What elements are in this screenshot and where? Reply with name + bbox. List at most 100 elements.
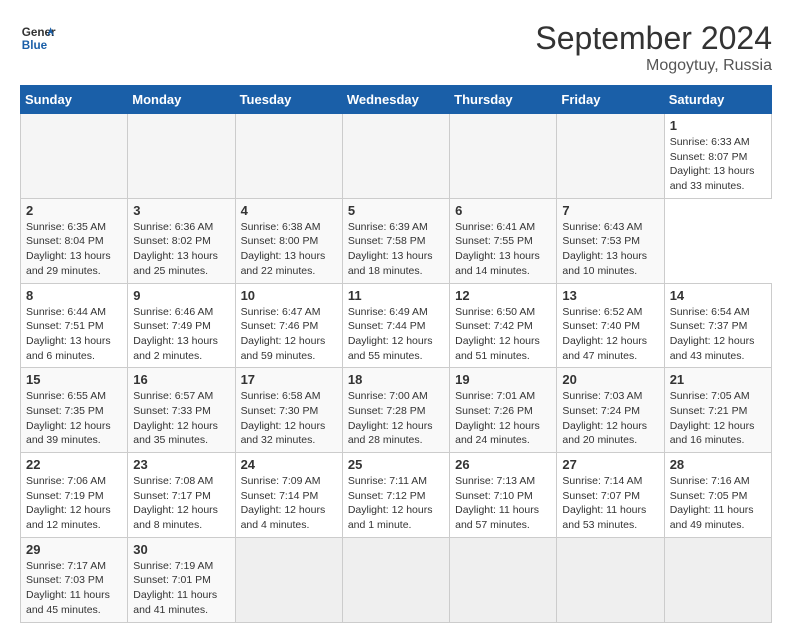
day-number: 13	[562, 288, 658, 303]
day-number: 21	[670, 372, 766, 387]
day-info: Sunrise: 6:38 AMSunset: 8:00 PMDaylight:…	[241, 220, 337, 279]
table-row: 3 Sunrise: 6:36 AMSunset: 8:02 PMDaylight…	[128, 198, 235, 283]
table-row: 22 Sunrise: 7:06 AMSunset: 7:19 PMDayligh…	[21, 453, 128, 538]
day-info: Sunrise: 6:58 AMSunset: 7:30 PMDaylight:…	[241, 389, 337, 448]
table-row: 1Sunrise: 6:33 AMSunset: 8:07 PMDaylight…	[664, 114, 771, 199]
calendar-week-row: 15Sunrise: 6:55 AMSunset: 7:35 PMDayligh…	[21, 368, 772, 453]
col-friday: Friday	[557, 86, 664, 114]
day-number: 22	[26, 457, 122, 472]
table-row: 9Sunrise: 6:46 AMSunset: 7:49 PMDaylight…	[128, 283, 235, 368]
month-title: September 2024	[535, 20, 772, 57]
day-number: 12	[455, 288, 551, 303]
table-row: 13 Sunrise: 6:52 AMSunset: 7:40 PMDayligh…	[557, 283, 664, 368]
day-info: Sunrise: 7:05 AMSunset: 7:21 PMDaylight:…	[670, 389, 766, 448]
table-row	[235, 537, 342, 622]
col-tuesday: Tuesday	[235, 86, 342, 114]
table-row	[557, 537, 664, 622]
table-row: 11 Sunrise: 6:49 AMSunset: 7:44 PMDayligh…	[342, 283, 449, 368]
table-row: 26Sunrise: 7:13 AMSunset: 7:10 PMDayligh…	[450, 453, 557, 538]
table-row: 14 Sunrise: 6:54 AMSunset: 7:37 PMDayligh…	[664, 283, 771, 368]
day-info: Sunrise: 6:46 AMSunset: 7:49 PMDaylight:…	[133, 305, 229, 364]
col-wednesday: Wednesday	[342, 86, 449, 114]
calendar-week-row: 8 Sunrise: 6:44 AMSunset: 7:51 PMDaylight…	[21, 283, 772, 368]
day-number: 29	[26, 542, 122, 557]
day-number: 2	[26, 203, 122, 218]
day-info: Sunrise: 6:49 AMSunset: 7:44 PMDaylight:…	[348, 305, 444, 364]
table-row: 12 Sunrise: 6:50 AMSunset: 7:42 PMDayligh…	[450, 283, 557, 368]
day-info: Sunrise: 7:17 AMSunset: 7:03 PMDaylight:…	[26, 559, 122, 618]
col-thursday: Thursday	[450, 86, 557, 114]
day-number: 14	[670, 288, 766, 303]
table-row: 6 Sunrise: 6:41 AMSunset: 7:55 PMDaylight…	[450, 198, 557, 283]
table-row: 29 Sunrise: 7:17 AMSunset: 7:03 PMDayligh…	[21, 537, 128, 622]
logo-icon: General Blue	[20, 20, 56, 56]
day-number: 30	[133, 542, 229, 557]
table-row: 5 Sunrise: 6:39 AMSunset: 7:58 PMDaylight…	[342, 198, 449, 283]
table-row: 2 Sunrise: 6:35 AMSunset: 8:04 PMDaylight…	[21, 198, 128, 283]
day-number: 28	[670, 457, 766, 472]
day-number: 5	[348, 203, 444, 218]
calendar-week-row: 29 Sunrise: 7:17 AMSunset: 7:03 PMDayligh…	[21, 537, 772, 622]
calendar-week-row: 22 Sunrise: 7:06 AMSunset: 7:19 PMDayligh…	[21, 453, 772, 538]
table-row: 20Sunrise: 7:03 AMSunset: 7:24 PMDayligh…	[557, 368, 664, 453]
day-info: Sunrise: 7:06 AMSunset: 7:19 PMDaylight:…	[26, 474, 122, 533]
table-row	[342, 114, 449, 199]
table-row: 4 Sunrise: 6:38 AMSunset: 8:00 PMDaylight…	[235, 198, 342, 283]
day-number: 24	[241, 457, 337, 472]
day-info: Sunrise: 7:16 AMSunset: 7:05 PMDaylight:…	[670, 474, 766, 533]
table-row	[557, 114, 664, 199]
day-info: Sunrise: 6:54 AMSunset: 7:37 PMDaylight:…	[670, 305, 766, 364]
title-block: September 2024 Mogoytuy, Russia	[535, 20, 772, 75]
day-info: Sunrise: 6:39 AMSunset: 7:58 PMDaylight:…	[348, 220, 444, 279]
day-number: 16	[133, 372, 229, 387]
col-monday: Monday	[128, 86, 235, 114]
table-row: 16 Sunrise: 6:57 AMSunset: 7:33 PMDayligh…	[128, 368, 235, 453]
day-info: Sunrise: 7:13 AMSunset: 7:10 PMDaylight:…	[455, 474, 551, 533]
day-info: Sunrise: 7:03 AMSunset: 7:24 PMDaylight:…	[562, 389, 658, 448]
day-number: 7	[562, 203, 658, 218]
day-number: 18	[348, 372, 444, 387]
day-info: Sunrise: 7:14 AMSunset: 7:07 PMDaylight:…	[562, 474, 658, 533]
col-saturday: Saturday	[664, 86, 771, 114]
day-info: Sunrise: 7:09 AMSunset: 7:14 PMDaylight:…	[241, 474, 337, 533]
table-row	[21, 114, 128, 199]
table-row: 28 Sunrise: 7:16 AMSunset: 7:05 PMDayligh…	[664, 453, 771, 538]
page-header: General Blue September 2024 Mogoytuy, Ru…	[20, 20, 772, 75]
day-number: 8	[26, 288, 122, 303]
table-row	[450, 537, 557, 622]
table-row	[342, 537, 449, 622]
day-info: Sunrise: 7:01 AMSunset: 7:26 PMDaylight:…	[455, 389, 551, 448]
day-number: 23	[133, 457, 229, 472]
day-number: 3	[133, 203, 229, 218]
day-number: 6	[455, 203, 551, 218]
day-number: 11	[348, 288, 444, 303]
day-number: 4	[241, 203, 337, 218]
table-row: 19 Sunrise: 7:01 AMSunset: 7:26 PMDayligh…	[450, 368, 557, 453]
day-info: Sunrise: 6:43 AMSunset: 7:53 PMDaylight:…	[562, 220, 658, 279]
day-info: Sunrise: 6:50 AMSunset: 7:42 PMDaylight:…	[455, 305, 551, 364]
table-row: 8 Sunrise: 6:44 AMSunset: 7:51 PMDaylight…	[21, 283, 128, 368]
day-number: 15	[26, 372, 122, 387]
table-row	[450, 114, 557, 199]
day-number: 27	[562, 457, 658, 472]
calendar-week-row: 1Sunrise: 6:33 AMSunset: 8:07 PMDaylight…	[21, 114, 772, 199]
table-row: 10Sunrise: 6:47 AMSunset: 7:46 PMDayligh…	[235, 283, 342, 368]
day-info: Sunrise: 7:19 AMSunset: 7:01 PMDaylight:…	[133, 559, 229, 618]
day-info: Sunrise: 6:35 AMSunset: 8:04 PMDaylight:…	[26, 220, 122, 279]
table-row: 27 Sunrise: 7:14 AMSunset: 7:07 PMDayligh…	[557, 453, 664, 538]
day-info: Sunrise: 7:00 AMSunset: 7:28 PMDaylight:…	[348, 389, 444, 448]
day-info: Sunrise: 7:11 AMSunset: 7:12 PMDaylight:…	[348, 474, 444, 533]
day-number: 19	[455, 372, 551, 387]
calendar-table: Sunday Monday Tuesday Wednesday Thursday…	[20, 85, 772, 623]
day-info: Sunrise: 6:44 AMSunset: 7:51 PMDaylight:…	[26, 305, 122, 364]
location: Mogoytuy, Russia	[535, 57, 772, 75]
day-info: Sunrise: 6:41 AMSunset: 7:55 PMDaylight:…	[455, 220, 551, 279]
day-info: Sunrise: 6:36 AMSunset: 8:02 PMDaylight:…	[133, 220, 229, 279]
day-info: Sunrise: 6:52 AMSunset: 7:40 PMDaylight:…	[562, 305, 658, 364]
table-row: 23Sunrise: 7:08 AMSunset: 7:17 PMDayligh…	[128, 453, 235, 538]
day-info: Sunrise: 6:57 AMSunset: 7:33 PMDaylight:…	[133, 389, 229, 448]
table-row	[235, 114, 342, 199]
day-info: Sunrise: 6:33 AMSunset: 8:07 PMDaylight:…	[670, 135, 766, 194]
calendar-week-row: 2 Sunrise: 6:35 AMSunset: 8:04 PMDaylight…	[21, 198, 772, 283]
table-row: 7 Sunrise: 6:43 AMSunset: 7:53 PMDaylight…	[557, 198, 664, 283]
